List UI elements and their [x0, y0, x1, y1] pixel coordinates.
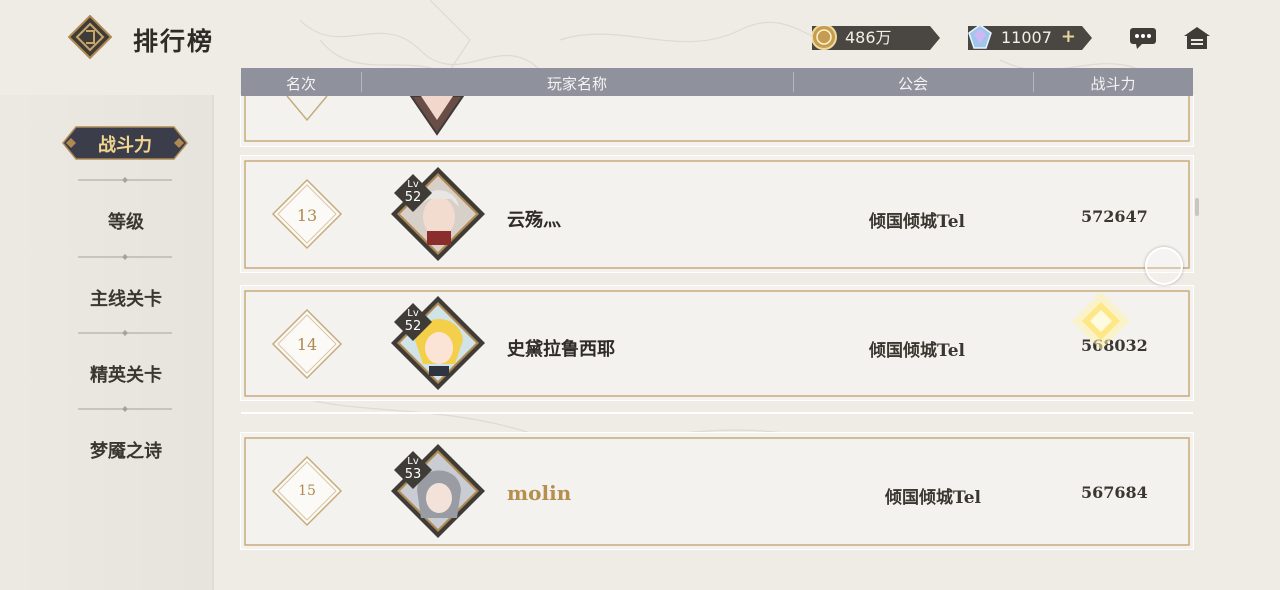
touch-indicator	[1145, 247, 1183, 285]
coin-icon	[810, 23, 838, 51]
row-separator	[241, 412, 1193, 414]
logo-icon	[68, 15, 112, 59]
power-value: 567684	[1081, 483, 1148, 502]
sidebar-tab-elite-stage[interactable]: 精英关卡	[0, 361, 252, 387]
guild-name: 倾国倾城Tel	[869, 212, 965, 232]
divider	[78, 406, 172, 412]
home-icon[interactable]	[1182, 24, 1212, 52]
level-value: 52	[404, 319, 422, 334]
row-frame	[244, 437, 1190, 546]
player-name: molin	[507, 481, 572, 505]
scrollbar-thumb[interactable]	[1195, 198, 1199, 216]
chat-icon[interactable]	[1128, 24, 1158, 52]
sidebar-tab-nightmare[interactable]: 梦魇之诗	[0, 437, 252, 463]
table-row[interactable]: 14 Lv 52 史黛拉鲁西耶 倾国倾城Tel 568032	[241, 286, 1193, 400]
coin-value: 486万	[845, 28, 892, 47]
column-header-power: 战斗力	[1090, 75, 1136, 93]
rank-number: 13	[296, 206, 318, 225]
row-frame	[244, 290, 1190, 397]
divider	[78, 254, 172, 260]
level-value: 53	[404, 467, 422, 482]
gem-icon	[966, 23, 994, 51]
table-row[interactable]: 13 Lv 52 云殇灬 倾国倾城Tel 572647	[241, 156, 1193, 272]
column-header-player: 玩家名称	[546, 75, 607, 93]
level-value: 52	[404, 190, 422, 205]
table-header: 名次 玩家名称 公会 战斗力	[241, 68, 1193, 96]
column-header-rank: 名次	[285, 75, 316, 93]
player-name: 云殇灬	[507, 210, 561, 231]
level-text: Lv 52	[393, 302, 433, 342]
guild-name: 倾国倾城Tel	[885, 488, 981, 508]
gem-counter[interactable]: 11007 +	[968, 26, 1092, 50]
row-frame	[244, 96, 1190, 142]
sidebar-tab-main-stage[interactable]: 主线关卡	[0, 285, 252, 311]
sidebar-tab-level[interactable]: 等级	[0, 208, 252, 234]
gem-value: 11007	[1001, 28, 1052, 47]
sidebar-tab-power[interactable]: 战斗力	[62, 126, 188, 160]
page-title: 排行榜	[133, 27, 215, 56]
table-row[interactable]	[241, 96, 1193, 146]
add-gems-button[interactable]: +	[1061, 25, 1076, 49]
power-value: 572647	[1081, 207, 1148, 226]
table-row[interactable]: 15 Lv 53 molin 倾国倾城Tel 567684	[241, 433, 1193, 549]
sidebar	[0, 95, 214, 590]
guild-name: 倾国倾城Tel	[869, 341, 965, 361]
player-name: 史黛拉鲁西耶	[507, 339, 615, 360]
level-text: Lv 52	[393, 173, 433, 213]
level-label: Lv	[407, 308, 419, 319]
sparkle-effect-icon	[1072, 292, 1130, 350]
level-label: Lv	[407, 456, 419, 467]
row-frame	[244, 160, 1190, 269]
column-header-guild: 公会	[897, 75, 928, 93]
rank-number: 15	[298, 483, 316, 499]
level-label: Lv	[407, 179, 419, 190]
sidebar-tab-label: 战斗力	[98, 135, 152, 156]
rank-number: 14	[296, 335, 318, 354]
level-text: Lv 53	[393, 450, 433, 490]
rank-badge	[286, 96, 328, 122]
divider	[78, 177, 172, 183]
divider	[78, 330, 172, 336]
coin-counter: 486万	[812, 26, 940, 50]
avatar	[409, 96, 465, 136]
